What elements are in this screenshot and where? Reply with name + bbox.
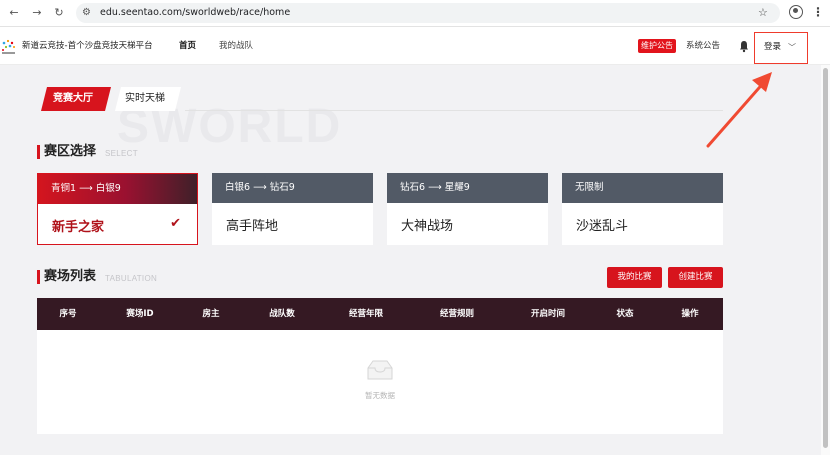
zone-name: 新手之家 [52, 220, 105, 235]
section-accent-bar [37, 145, 40, 159]
empty-state-text: 暂无数据 [365, 391, 395, 400]
tab-competition-hall[interactable]: 竞赛大厅 [41, 87, 111, 111]
list-section-title: 赛场列表 [44, 269, 97, 284]
zone-name: 高手阵地 [226, 219, 279, 234]
profile-icon[interactable] [789, 5, 803, 19]
nav-home[interactable]: 首页 [179, 27, 196, 65]
site-header: 新道云竞技-首个沙盘竞技天梯平台 首页 我的战队 维护公告 系统公告 登录 ﹀ [0, 27, 830, 65]
my-matches-button[interactable]: 我的比赛 [607, 267, 662, 288]
zone-name: 大神战场 [401, 219, 454, 234]
bell-icon[interactable] [739, 39, 749, 53]
zone-section-title: 赛区选择 [44, 144, 97, 159]
match-table-header: 序号 赛场ID 房主 战队数 经营年限 经营规则 开启时间 状态 操作 [37, 298, 723, 330]
zone-rank-range: 钻石6 ⟶ 星耀9 [387, 173, 548, 203]
create-match-button[interactable]: 创建比赛 [668, 267, 723, 288]
nav-my-team[interactable]: 我的战队 [219, 27, 253, 65]
zone-card-expert[interactable]: 白银6 ⟶ 钻石9 高手阵地 [212, 173, 373, 245]
column-header-owner: 房主 [202, 309, 220, 319]
column-header-match-id: 赛场ID [126, 309, 154, 319]
tab-label: 竞赛大厅 [53, 93, 93, 104]
site-settings-icon[interactable]: ⚙ [82, 5, 91, 21]
zone-section-subtitle: SELECT [105, 149, 138, 158]
chevron-down-icon: ﹀ [788, 43, 796, 52]
column-header-rules: 经营规则 [439, 309, 475, 319]
column-header-team-count: 战队数 [269, 309, 295, 319]
site-title[interactable]: 新道云竞技-首个沙盘竞技天梯平台 [22, 27, 153, 65]
zone-rank-range: 无限制 [562, 173, 723, 203]
zone-card-unlimited[interactable]: 无限制 沙迷乱斗 [562, 173, 723, 245]
column-header-actions: 操作 [681, 309, 699, 319]
tab-divider [185, 110, 723, 111]
section-accent-bar [37, 270, 40, 284]
login-label: 登录 [764, 42, 782, 52]
maintenance-notice-badge[interactable]: 维护公告 [638, 39, 676, 53]
page-scrollbar-thumb[interactable] [823, 68, 828, 448]
reload-icon[interactable]: ↻ [51, 5, 67, 21]
zone-card-master[interactable]: 钻石6 ⟶ 星耀9 大神战场 [387, 173, 548, 245]
empty-inbox-icon [367, 360, 393, 380]
system-notice-link[interactable]: 系统公告 [686, 27, 720, 65]
forward-icon[interactable]: → [29, 5, 45, 21]
address-bar[interactable]: ⚙ edu.seentao.com/sworldweb/race/home [76, 3, 780, 23]
tab-realtime-ladder[interactable]: 实时天梯 [115, 87, 181, 111]
list-section-subtitle: TABULATION [105, 274, 158, 283]
column-header-start-time: 开启时间 [530, 309, 566, 319]
column-header-status: 状态 [616, 309, 634, 319]
column-header-index: 序号 [59, 309, 77, 319]
main-content: SWORLD 竞赛大厅 实时天梯 赛区选择 SELECT 青铜1 ⟶ 白银9 新… [37, 65, 723, 455]
zone-name: 沙迷乱斗 [576, 219, 629, 234]
url-text[interactable]: edu.seentao.com/sworldweb/race/home [100, 3, 290, 23]
logo-icon[interactable] [0, 38, 18, 56]
login-button[interactable]: 登录 ﹀ [754, 32, 808, 64]
tab-label: 实时天梯 [125, 93, 165, 104]
zone-rank-range: 白银6 ⟶ 钻石9 [212, 173, 373, 203]
zone-card-newbie[interactable]: 青铜1 ⟶ 白银9 新手之家 ✔ [37, 173, 198, 245]
zone-rank-range: 青铜1 ⟶ 白银9 [38, 174, 197, 204]
bookmark-star-icon[interactable]: ☆ [758, 5, 768, 21]
check-icon: ✔ [170, 216, 181, 231]
column-header-years: 经营年限 [348, 309, 384, 319]
browser-menu-icon[interactable]: ⋮ [812, 4, 824, 20]
match-table-body: 暂无数据 [37, 330, 723, 434]
browser-toolbar: ← → ↻ ⚙ edu.seentao.com/sworldweb/race/h… [0, 0, 830, 27]
back-icon[interactable]: ← [6, 5, 22, 21]
